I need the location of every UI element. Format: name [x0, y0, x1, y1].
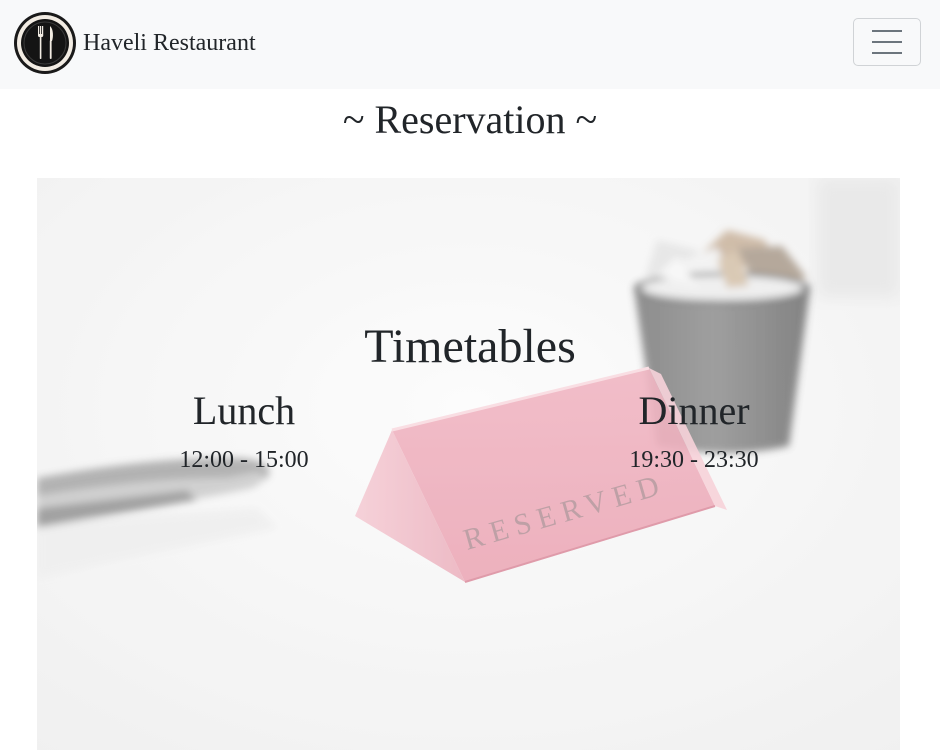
brand-link[interactable]: Haveli Restaurant: [13, 10, 256, 76]
page-title: ~ Reservation ~: [342, 97, 598, 142]
lunch-title: Lunch: [192, 388, 296, 433]
dinner-hours: 19:30 - 23:30: [629, 447, 759, 473]
hamburger-menu-icon: [872, 30, 902, 54]
lunch-hours: 12:00 - 15:00: [179, 447, 309, 473]
timetables-heading: Timetables: [364, 320, 576, 373]
menu-toggle-button[interactable]: [853, 18, 921, 66]
fork-knife-plate-icon: [14, 12, 76, 74]
brand-name: Haveli Restaurant: [83, 29, 256, 56]
navbar: Haveli Restaurant: [0, 0, 940, 89]
dinner-title: Dinner: [638, 388, 750, 433]
